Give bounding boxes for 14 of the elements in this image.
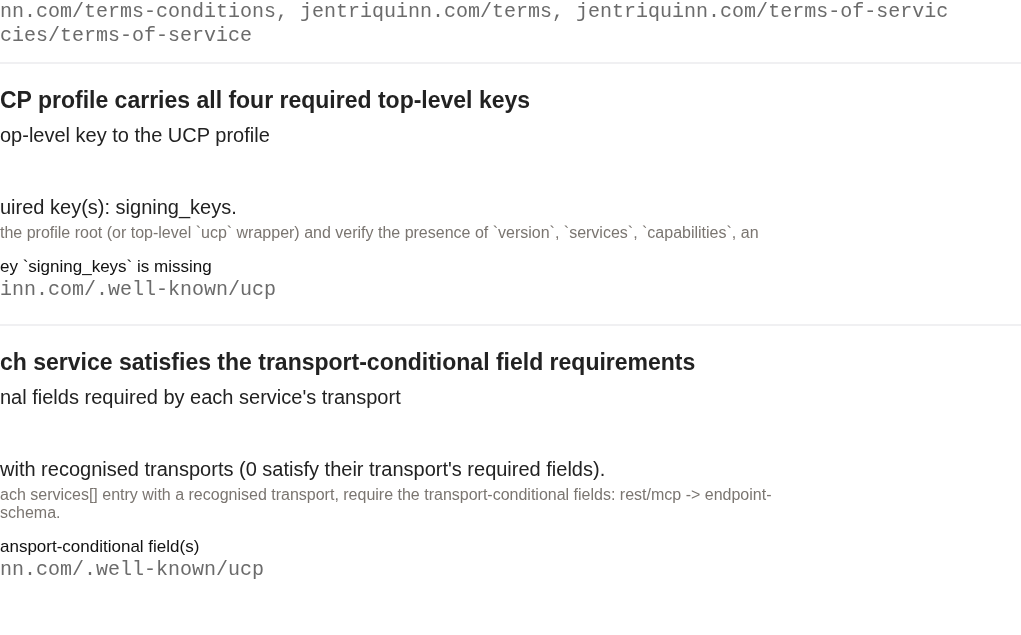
- check-subtitle: nal fields required by each service's transport: [0, 385, 402, 410]
- check-result: uired key(s): signing_keys.: [0, 195, 238, 220]
- url-text: cies/terms-of-service: [0, 24, 254, 48]
- check-result: with recognised transports (0 satisfy their transport's required fields).: [0, 457, 607, 482]
- check-finding: ey `signing_keys` is missing: [0, 256, 213, 278]
- check-description: the profile root (or top-level `ucp` wrapper) and verify the presence of `version`, `services`, `capabilities`, an: [0, 224, 760, 242]
- url-text: nn.com/.well-known/ucp: [0, 558, 266, 582]
- check-title: ch service satisfies the transport-conditional field requirements: [0, 348, 697, 376]
- check-subtitle: op-level key to the UCP profile: [0, 123, 271, 148]
- check-description: ach services[] entry with a recognised transport, require the transport-conditional fields: rest/mcp -> endpoint- schema.: [0, 486, 773, 522]
- url-text: inn.com/.well-known/ucp: [0, 278, 278, 302]
- check-finding: ansport-conditional field(s): [0, 536, 201, 558]
- url-text: nn.com/terms-conditions, jentriquinn.com/terms, jentriquinn.com/terms-of-servic: [0, 0, 950, 24]
- check-title: CP profile carries all four required top-level keys: [0, 86, 532, 114]
